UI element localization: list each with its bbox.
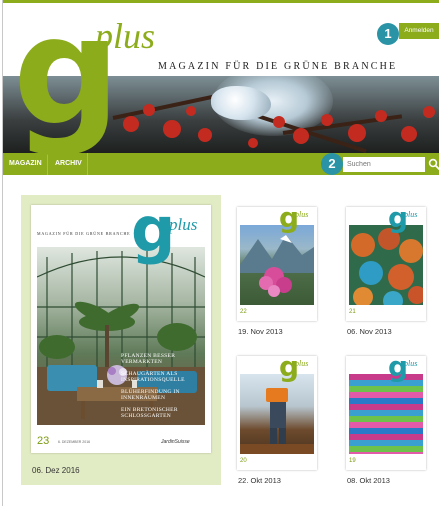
issue-cover[interactable]: g plus 20 [237, 356, 317, 470]
cover-headline: BLÜHERFINDUNG IN INNENRÄUMEN [121, 389, 180, 401]
issue-cover-photo [240, 374, 314, 454]
issue-number: 22 [240, 309, 247, 315]
site-header: g plus MAGAZIN FÜR DIE GRÜNE BRANCHE 1 A… [3, 0, 439, 156]
cover-headline: PFLANZEN BESSER VERMARKTEN [121, 353, 176, 365]
cover-tagline: MAGAZIN FÜR DIE GRÜNE BRANCHE [37, 231, 131, 236]
issue-cover-photo [349, 374, 423, 454]
cover-issue-number: 23 [37, 435, 50, 447]
issue-date: 22. Okt 2013 [238, 476, 281, 485]
issue-logo-plus: plus [404, 359, 418, 368]
issue-number: 21 [349, 309, 356, 315]
search-input[interactable] [343, 157, 425, 172]
login-button[interactable]: Anmelden [399, 23, 439, 39]
logo-plus[interactable]: plus [95, 15, 155, 57]
issue-date: 06. Nov 2013 [347, 327, 392, 336]
issue-number: 19 [349, 458, 356, 464]
featured-cover[interactable]: MAGAZIN FÜR DIE GRÜNE BRANCHE g plus PFL… [31, 205, 211, 453]
site-tagline: MAGAZIN FÜR DIE GRÜNE BRANCHE [158, 61, 398, 72]
issue-cover-photo [349, 225, 423, 305]
step-marker-2: 2 [321, 153, 343, 175]
search-icon[interactable] [428, 158, 439, 170]
issue-cover[interactable]: g plus 19 [346, 356, 426, 470]
cover-logo-plus: plus [169, 215, 198, 234]
issue-date: 08. Okt 2013 [347, 476, 390, 485]
issue-logo-plus: plus [295, 359, 309, 368]
cover-issue-date: 6. DEZEMBER 2016 [58, 440, 91, 444]
step-marker-1: 1 [377, 23, 399, 45]
issue-logo-plus: plus [295, 210, 309, 219]
page: g plus MAGAZIN FÜR DIE GRÜNE BRANCHE 1 A… [2, 0, 439, 506]
featured-issue-date: 06. Dez 2016 [32, 466, 80, 475]
issue-number: 20 [240, 458, 247, 464]
issue-cover-photo [240, 225, 314, 305]
cover-headline: EIN BRETONISCHER SCHLOSSGARTEN [121, 407, 178, 419]
issue-date: 19. Nov 2013 [238, 327, 283, 336]
issue-logo-plus: plus [404, 210, 418, 219]
issue-cover[interactable]: g plus 21 [346, 207, 426, 321]
cover-brand: JardinSuisse [161, 439, 190, 445]
issue-cover[interactable]: g plus 22 [237, 207, 317, 321]
cover-headline: SCHAUGÄRTEN ALS INSPIRATIONSQUELLE [121, 371, 185, 383]
featured-issue[interactable]: MAGAZIN FÜR DIE GRÜNE BRANCHE g plus PFL… [21, 195, 221, 485]
